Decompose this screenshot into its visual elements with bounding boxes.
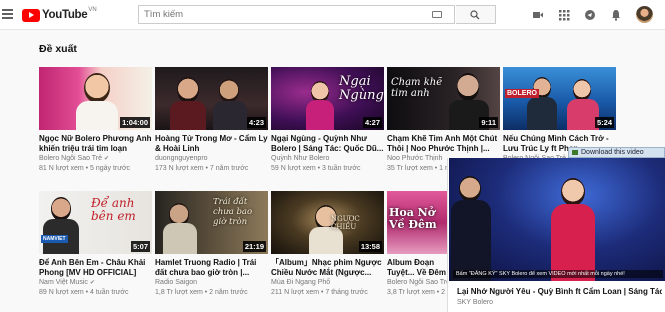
miniplayer[interactable]: Bấm "ĐĂNG KÝ" SKY Bolero để xem VIDEO mớ… (447, 158, 665, 312)
video-meta: 59 N lượt xem • 3 tuần trước (271, 165, 361, 172)
video-card[interactable]: 1:04:00 Ngọc Nữ Bolero Phương Anh khiến … (39, 67, 152, 174)
video-title[interactable]: Ngại Ngùng - Quỳnh Như Bolero | Sáng Tác… (271, 134, 384, 154)
video-duration: 21:19 (242, 241, 266, 252)
search-button[interactable] (456, 5, 496, 24)
youtube-play-icon (22, 8, 40, 22)
video-title[interactable]: Album Đoạn Tuyệt... Về Đêm - Phương... (387, 258, 447, 278)
keyboard-icon[interactable] (432, 11, 442, 18)
video-thumbnail[interactable]: Để anh bên em NAMVIET 5:07 (39, 191, 152, 254)
video-duration: 5:24 (594, 117, 614, 128)
thumbnail-text: NGƯỢC CHIỀU (331, 215, 360, 231)
video-card[interactable]: NGƯỢC CHIỀU 13:58 「Album」Nhạc phim Ngược… (271, 191, 384, 298)
video-meta: 1,8 Tr lượt xem • 2 năm trước (155, 289, 248, 296)
video-title[interactable]: 「Album」Nhạc phim Ngược Chiều Nước Mắt (N… (271, 258, 384, 278)
video-thumbnail[interactable]: Trái đất chưa bao giờ tròn 21:19 (155, 191, 268, 254)
video-thumbnail[interactable]: Hoa Nở Về Đêm (387, 191, 447, 254)
channel-name[interactable]: Nam Việt Music ✔ (39, 278, 152, 288)
thumbnail-text: Chạm khẽ tim anh (391, 77, 443, 99)
section-title: Đề xuất (39, 43, 77, 55)
avatar[interactable] (636, 6, 653, 23)
channel-name[interactable]: duongnguyenpro (155, 154, 268, 164)
region-label: VN (88, 7, 97, 13)
top-bar: YouTube VN (0, 0, 665, 30)
youtube-logo[interactable]: YouTube VN (22, 7, 97, 22)
video-meta: 89 N lượt xem • 4 tuần trước (39, 289, 129, 296)
video-meta: 3,8 Tr lượt xem • 2 năm... (387, 289, 447, 296)
channel-name[interactable]: Radio Saigon (155, 278, 268, 288)
verified-icon: ✔ (104, 156, 110, 162)
thumbnail-text: Hoa Nở Về Đêm (389, 206, 437, 231)
video-title[interactable]: Ngọc Nữ Bolero Phương Anh khiến triệu tr… (39, 134, 152, 154)
video-duration: 4:27 (362, 117, 382, 128)
video-title[interactable]: Để Anh Bên Em - Châu Khải Phong [MV HD O… (39, 258, 152, 278)
menu-icon[interactable] (2, 9, 13, 19)
video-caption: Bấm "ĐĂNG KÝ" SKY Bolero để xem VIDEO mớ… (453, 270, 663, 278)
search-icon (470, 10, 480, 20)
video-duration: 9:11 (479, 117, 498, 128)
video-title[interactable]: Chạm Khẽ Tim Anh Một Chút Thôi | Noo Phư… (387, 134, 500, 154)
messages-icon[interactable] (584, 9, 596, 21)
video-duration: 5:07 (130, 241, 150, 252)
video-thumbnail[interactable]: Ngại Ngùng 4:27 (271, 67, 384, 130)
video-title[interactable]: Hamlet Truong Radio | Trái đất chưa bao … (155, 258, 268, 278)
miniplayer-title[interactable]: Lại Nhớ Người Yêu - Quỳ Bình ft Cẩm Loan… (457, 287, 662, 296)
video-title[interactable]: Hoàng Tử Trong Mơ - Cẩm Ly & Hoài Linh (155, 134, 268, 154)
thumbnail-text: Để anh bên em (91, 196, 136, 223)
verified-icon: ✔ (89, 280, 95, 286)
video-duration: 1:04:00 (120, 117, 150, 128)
video-card[interactable]: Trái đất chưa bao giờ tròn 21:19 Hamlet … (155, 191, 268, 298)
channel-brand-badge: NAMVIET (41, 235, 68, 243)
video-thumbnail[interactable]: 1:04:00 (39, 67, 152, 130)
video-duration: 13:58 (358, 241, 382, 252)
video-thumbnail[interactable]: 4:23 (155, 67, 268, 130)
search-input[interactable] (139, 6, 453, 23)
channel-name[interactable]: Bolero Ngôi Sao Trẻ ✔ (39, 154, 152, 164)
video-card[interactable]: Để anh bên em NAMVIET 5:07 Để Anh Bên Em… (39, 191, 152, 298)
video-meta: 211 N lượt xem • 7 tháng trước (271, 289, 368, 296)
video-camera-icon[interactable] (532, 9, 544, 21)
miniplayer-channel[interactable]: SKY Bolero (457, 299, 493, 306)
miniplayer-video[interactable]: Bấm "ĐĂNG KÝ" SKY Bolero để xem VIDEO mớ… (449, 158, 665, 281)
channel-label: Nam Việt Music (39, 279, 88, 286)
apps-grid-icon[interactable] (558, 9, 570, 21)
channel-name[interactable]: Mùa Đi Ngang Phố (271, 278, 384, 288)
channel-label: Bolero Ngôi Sao Trẻ (39, 155, 103, 162)
video-meta: 173 N lượt xem • 7 năm trước (155, 165, 249, 172)
video-meta: 81 N lượt xem • 5 ngày trước (39, 165, 131, 172)
video-card[interactable]: 4:23 Hoàng Tử Trong Mơ - Cẩm Ly & Hoài L… (155, 67, 268, 174)
video-card[interactable]: Ngại Ngùng 4:27 Ngại Ngùng - Quỳnh Như B… (271, 67, 384, 174)
video-thumbnail[interactable]: BOLERO 5:24 (503, 67, 616, 130)
search-box (138, 5, 455, 24)
logo-text: YouTube (42, 9, 88, 21)
download-video-button[interactable]: Download this video (568, 147, 665, 158)
bell-icon[interactable] (610, 9, 622, 21)
thumbnail-text: Ngại Ngùng (339, 74, 384, 103)
thumbnail-text: BOLERO (505, 89, 539, 98)
video-thumbnail[interactable]: Chạm khẽ tim anh 9:11 (387, 67, 500, 130)
video-card[interactable]: Hoa Nở Về Đêm Album Đoạn Tuyệt... Về Đêm… (387, 191, 447, 298)
thumbnail-text: Trái đất chưa bao giờ tròn (213, 197, 253, 227)
video-thumbnail[interactable]: NGƯỢC CHIỀU 13:58 (271, 191, 384, 254)
channel-name[interactable]: Quỳnh Như Bolero (271, 154, 384, 164)
video-duration: 4:23 (246, 117, 266, 128)
channel-name[interactable]: Bolero Ngôi Sao Trẻ (387, 278, 447, 288)
